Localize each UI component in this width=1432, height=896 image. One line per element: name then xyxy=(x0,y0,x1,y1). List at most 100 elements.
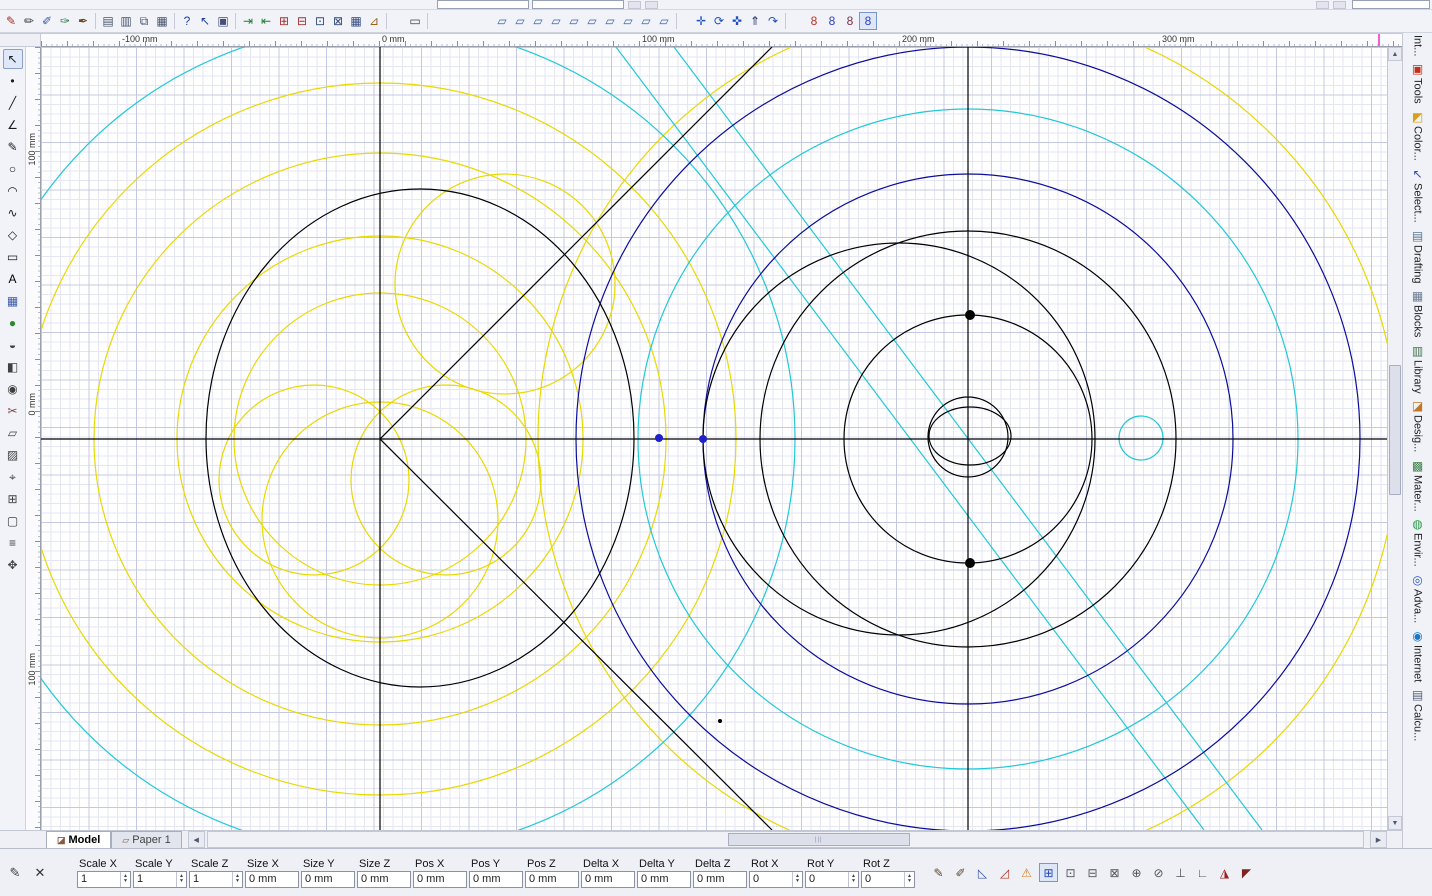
workplane-icon-9[interactable]: ▱ xyxy=(637,12,655,30)
sheet-tab-model[interactable]: ◪ Model xyxy=(46,831,112,848)
palette-tab-calcu[interactable]: ▤ Calcu... xyxy=(1412,689,1424,741)
vertex-dot-top[interactable] xyxy=(965,310,975,320)
rotate-view-icon[interactable]: ⟳ xyxy=(710,12,728,30)
field-spinner-rot-y[interactable]: ▲ ▼ xyxy=(848,871,858,887)
warning-icon[interactable]: ⚠ xyxy=(1017,863,1036,882)
snap-intersection-icon[interactable]: ⊠ xyxy=(1105,863,1124,882)
polygon-tool[interactable]: ◇ xyxy=(3,225,23,245)
palette-tab-internet[interactable]: ◉ Internet xyxy=(1412,630,1424,682)
group-icon[interactable]: ⊡ xyxy=(311,12,329,30)
palette-tab-blocks[interactable]: ▦ Blocks xyxy=(1412,290,1424,337)
toolbar-stub-icon-2[interactable] xyxy=(645,1,658,9)
transform-tool[interactable]: ✥ xyxy=(3,555,23,575)
field-input-delta-x[interactable]: 0 mm xyxy=(581,870,635,888)
extrude-tool[interactable]: ◒ xyxy=(3,335,23,355)
layout-icon[interactable]: ▦ xyxy=(153,12,171,30)
field-input-rot-x[interactable]: 0 ▲ ▼ xyxy=(749,870,803,888)
pan-icon[interactable]: ✛ xyxy=(692,12,710,30)
arc-tool[interactable]: ◠ xyxy=(3,181,23,201)
spinner-down-icon[interactable]: ▼ xyxy=(907,879,912,884)
angle-icon[interactable]: ◿ xyxy=(995,863,1014,882)
measure-icon[interactable]: ⊿ xyxy=(365,12,383,30)
rectangle-tool[interactable]: ▭ xyxy=(3,247,23,267)
palette-tab-mater[interactable]: ▩ Mater... xyxy=(1412,460,1424,512)
tab-scroll-left-button[interactable]: ◀ xyxy=(187,831,205,848)
palette-tab-tools[interactable]: ▣ Tools xyxy=(1412,63,1424,104)
render-lights-icon-4[interactable]: 8 xyxy=(859,12,877,30)
workplane-icon-8[interactable]: ▱ xyxy=(619,12,637,30)
ortho-icon[interactable]: ∟ xyxy=(1193,863,1212,882)
frame-tool[interactable]: ▢ xyxy=(3,511,23,531)
cyan-circle-small[interactable] xyxy=(1118,415,1164,461)
field-input-size-x[interactable]: 0 mm xyxy=(245,870,299,888)
grip-dot-2[interactable] xyxy=(699,435,707,443)
snap-perpendicular-icon[interactable]: ⊥ xyxy=(1171,863,1190,882)
workplane-icon-10[interactable]: ▱ xyxy=(655,12,673,30)
zoom-fit-icon[interactable]: ✜ xyxy=(728,12,746,30)
workplane-icon-6[interactable]: ▱ xyxy=(583,12,601,30)
horizontal-scroll-thumb[interactable]: ||| xyxy=(727,833,910,846)
array-icon[interactable]: ▦ xyxy=(347,12,365,30)
palette-tab-color[interactable]: ◩ Color... xyxy=(1412,111,1424,161)
horizontal-scrollbar[interactable]: ||| xyxy=(206,831,1364,848)
spinner-down-icon[interactable]: ▼ xyxy=(795,879,800,884)
help-icon[interactable]: ? xyxy=(178,12,196,30)
field-input-scale-x[interactable]: 1 ▲ ▼ xyxy=(77,870,131,888)
render-lights-icon-2[interactable]: 8 xyxy=(823,12,841,30)
small-dot[interactable] xyxy=(718,719,722,723)
reference-icon[interactable]: ▣ xyxy=(214,12,232,30)
toolbar-stub-icon-3[interactable] xyxy=(1316,1,1329,9)
sphere-tool[interactable]: ● xyxy=(3,313,23,333)
print-icon[interactable]: ▤ xyxy=(99,12,117,30)
field-input-pos-x[interactable]: 0 mm xyxy=(413,870,467,888)
edit-mode-icon[interactable]: ✐ xyxy=(951,863,970,882)
workplane-icon-1[interactable]: ▱ xyxy=(493,12,511,30)
render-lights-icon-3[interactable]: 8 xyxy=(841,12,859,30)
palette-tab-library[interactable]: ▥ Library xyxy=(1412,345,1424,394)
render-lights-icon-1[interactable]: 8 xyxy=(805,12,823,30)
sheet-tab-paper-1[interactable]: ▱ Paper 1 xyxy=(111,831,182,848)
edit-handle-icon[interactable]: ✎ xyxy=(4,862,26,884)
ungroup-icon[interactable]: ⊠ xyxy=(329,12,347,30)
workplane-icon-3[interactable]: ▱ xyxy=(529,12,547,30)
workplane-icon-4[interactable]: ▱ xyxy=(547,12,565,30)
toolbar-stub-icon-4[interactable] xyxy=(1333,1,1346,9)
image-tool[interactable]: ▦ xyxy=(3,291,23,311)
toolbar-stub-icon-1[interactable] xyxy=(628,1,641,9)
vertical-ruler[interactable]: 100 mm 0 mm 100 mm xyxy=(26,47,41,830)
paint-tool[interactable]: ◧ xyxy=(3,357,23,377)
snap-tool[interactable]: ⌖ xyxy=(3,467,23,487)
black-ellipse-small[interactable] xyxy=(928,406,1012,466)
field-input-scale-z[interactable]: 1 ▲ ▼ xyxy=(189,870,243,888)
spline-tool[interactable]: ∿ xyxy=(3,203,23,223)
diagonal-lower[interactable] xyxy=(379,438,773,830)
select-tool[interactable]: ↖ xyxy=(2,49,23,69)
palette-tab-select[interactable]: ↖ Select... xyxy=(1412,168,1424,223)
field-input-scale-y[interactable]: 1 ▲ ▼ xyxy=(133,870,187,888)
field-spinner-scale-z[interactable]: ▲ ▼ xyxy=(232,871,242,887)
workplane-icon-7[interactable]: ▱ xyxy=(601,12,619,30)
palette-tab-envir[interactable]: ◍ Envir... xyxy=(1412,518,1424,567)
line-tool[interactable]: ╱ xyxy=(3,93,23,113)
corner-icon[interactable]: ◤ xyxy=(1237,863,1256,882)
snap-vertex-icon[interactable]: ⊡ xyxy=(1061,863,1080,882)
scroll-right-button[interactable]: ▶ xyxy=(1370,831,1387,848)
hatch-tool[interactable]: ▨ xyxy=(3,445,23,465)
field-spinner-rot-z[interactable]: ▲ ▼ xyxy=(904,871,914,887)
palette-tab-desig[interactable]: ◪ Desig... xyxy=(1412,400,1424,452)
field-input-delta-y[interactable]: 0 mm xyxy=(637,870,691,888)
zoom-in-icon[interactable]: ⇑ xyxy=(746,12,764,30)
spinner-down-icon[interactable]: ▼ xyxy=(851,879,856,884)
quick-field-2[interactable] xyxy=(532,0,624,9)
aerial-view-icon[interactable]: ◮ xyxy=(1215,863,1234,882)
black-ellipse-left[interactable] xyxy=(205,188,635,688)
field-input-size-z[interactable]: 0 mm xyxy=(357,870,411,888)
detach-icon[interactable]: ⊟ xyxy=(293,12,311,30)
quick-field-1[interactable] xyxy=(437,0,529,9)
stack-tool[interactable]: ≡ xyxy=(3,533,23,553)
horizontal-ruler[interactable]: -100 mm 0 mm 100 mm 200 mm 300 mm xyxy=(41,33,1402,47)
edit-pencil-icon[interactable]: ✏ xyxy=(20,12,38,30)
pen-icon[interactable]: ✑ xyxy=(56,12,74,30)
palette-tab-drafting[interactable]: ▤ Drafting xyxy=(1412,230,1424,284)
snap-middle-icon[interactable]: ⊟ xyxy=(1083,863,1102,882)
